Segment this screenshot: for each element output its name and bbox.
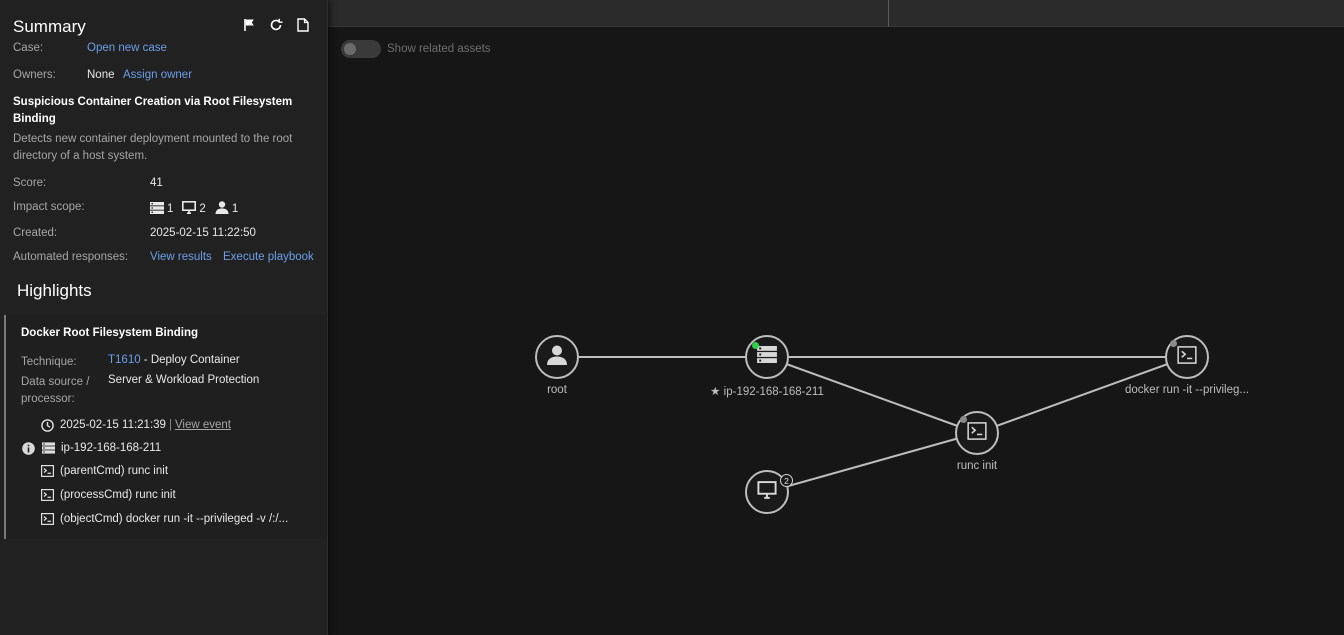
event-time: 2025-02-15 11:21:39	[60, 419, 166, 431]
assign-owner-link[interactable]: Assign owner	[123, 69, 192, 81]
impact-endpoints[interactable]: 2	[182, 201, 206, 217]
datasource-value: Server & Workload Protection	[108, 374, 260, 386]
node-host-label-text: ip-192-168-168-211	[723, 386, 824, 398]
node-host[interactable]	[745, 335, 789, 379]
process-cmd-row: (processCmd) runc init	[40, 488, 176, 502]
summary-title: Summary	[13, 17, 86, 36]
node-runc-label: runc init	[956, 460, 998, 472]
impact-accounts[interactable]: 1	[215, 201, 238, 217]
terminal-icon	[40, 488, 54, 502]
parent-cmd-row: (parentCmd) runc init	[40, 464, 168, 478]
graph-edges	[557, 356, 1188, 493]
flag-icon[interactable]	[241, 17, 257, 33]
case-label: Case:	[13, 42, 44, 54]
server-icon	[150, 201, 164, 217]
node-host-label: ★ ip-192-168-168-211	[710, 384, 824, 398]
server-icon	[757, 346, 777, 368]
clock-icon	[40, 418, 54, 432]
technique-id-link[interactable]: T1610	[108, 354, 141, 366]
technique-value: T1610 - Deploy Container	[108, 354, 240, 366]
monitor-icon	[182, 201, 197, 217]
node-docker-label: docker run -it --privileg...	[1125, 384, 1249, 396]
event-time-row: 2025-02-15 11:21:39 | View event	[40, 418, 231, 432]
terminal-icon	[1177, 345, 1197, 369]
impact-servers-count: 1	[167, 203, 174, 215]
terminal-icon	[967, 421, 987, 445]
summary-actions	[241, 17, 311, 33]
refresh-icon[interactable]	[268, 17, 284, 33]
docker-status-dot	[1170, 340, 1177, 347]
top-bar-divider	[888, 0, 889, 27]
impact-servers[interactable]: 1	[150, 201, 174, 217]
impact-label: Impact scope:	[13, 201, 85, 213]
alert-title: Suspicious Container Creation via Root F…	[13, 96, 293, 125]
summary-panel: Summary Case: Open new case Owners: None…	[0, 0, 328, 635]
score-label: Score:	[13, 177, 47, 189]
created-label: Created:	[13, 227, 58, 239]
host-status-dot	[752, 342, 759, 349]
object-cmd-row: (objectCmd) docker run -it --privileged …	[40, 512, 288, 526]
event-separator: |	[168, 419, 172, 431]
technique-label: Technique:	[21, 356, 77, 368]
top-bar	[328, 0, 1344, 27]
terminal-icon	[40, 464, 54, 478]
host-name: ip-192-168-168-211	[61, 442, 162, 454]
star-icon: ★	[710, 386, 721, 398]
user-icon	[546, 345, 568, 370]
highlight-title: Docker Root Filesystem Binding	[21, 327, 199, 339]
view-event-link[interactable]: View event	[175, 419, 231, 431]
runc-status-dot	[960, 416, 967, 423]
node-root-label: root	[547, 384, 567, 396]
attack-graph: root ★ ip-192-168-168-211 docker run -it…	[328, 27, 1344, 635]
open-case-link[interactable]: Open new case	[87, 42, 167, 54]
impact-scope: 1 2 1	[150, 201, 238, 217]
endpoints-count-badge: 2	[780, 474, 793, 487]
process-cmd: (processCmd) runc init	[60, 489, 176, 501]
node-root[interactable]	[535, 335, 579, 379]
server-icon	[41, 441, 55, 455]
terminal-icon	[40, 512, 54, 526]
alert-description: Detects new container deployment mounted…	[13, 133, 293, 162]
host-row: ip-192-168-168-211	[21, 441, 161, 455]
automated-label: Automated responses:	[13, 251, 129, 263]
highlights-title: Highlights	[17, 281, 92, 300]
highlight-card: Docker Root Filesystem Binding Technique…	[4, 315, 326, 539]
datasource-label: Data source / processor:	[21, 376, 90, 405]
monitor-icon	[757, 480, 777, 504]
edge-endpoints-runc	[766, 432, 978, 493]
owners-label: Owners:	[13, 69, 56, 81]
object-cmd: (objectCmd) docker run -it --privileged …	[60, 513, 289, 525]
execute-playbook-link[interactable]: Execute playbook	[223, 251, 314, 263]
info-icon[interactable]	[21, 441, 35, 455]
owners-value: None	[87, 69, 115, 81]
impact-endpoints-count: 2	[199, 203, 206, 215]
impact-accounts-count: 1	[231, 203, 239, 215]
user-icon	[215, 201, 229, 217]
created-value: 2025-02-15 11:22:50	[150, 227, 256, 239]
parent-cmd: (parentCmd) runc init	[60, 465, 169, 477]
technique-name: - Deploy Container	[140, 354, 240, 366]
document-icon[interactable]	[295, 17, 311, 33]
score-value: 41	[150, 177, 163, 189]
view-results-link[interactable]: View results	[150, 251, 212, 263]
